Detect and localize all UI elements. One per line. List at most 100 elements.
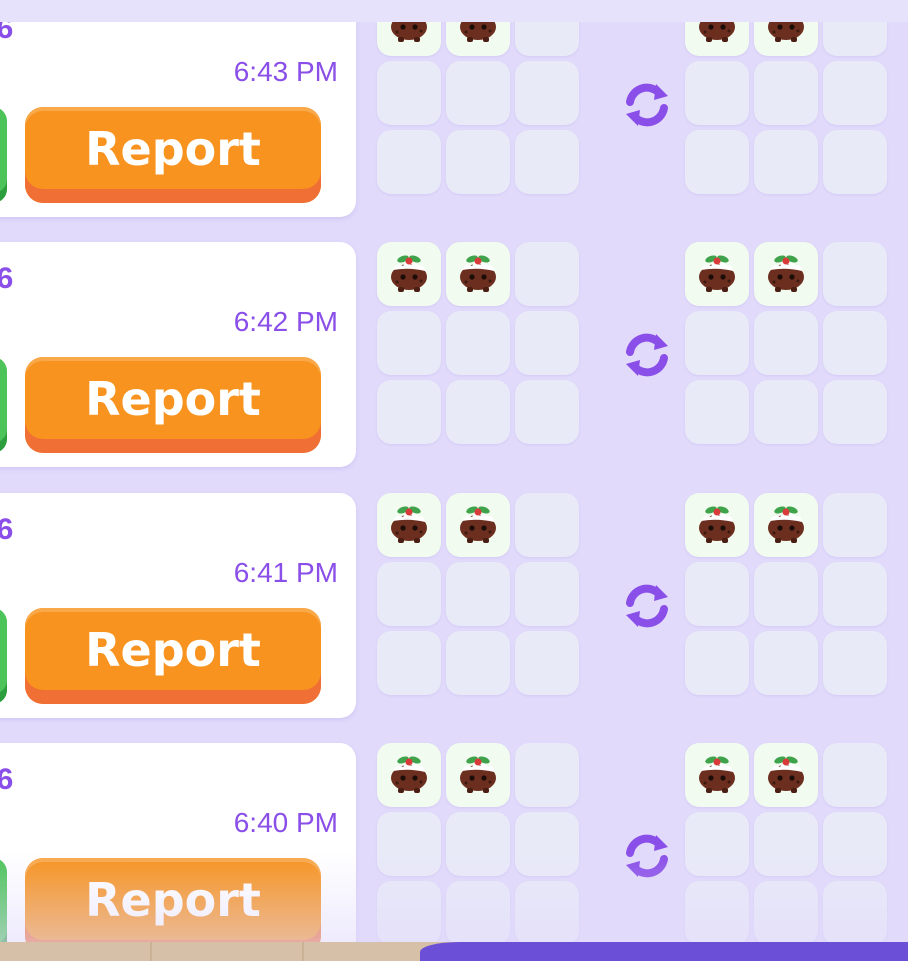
item-slot [823,130,887,194]
item-slot [515,130,579,194]
trade-info-card: 06 6:40 PM Report [0,743,356,942]
item-slot[interactable] [377,493,441,557]
pudding-pet-icon [760,22,812,52]
item-slot [515,493,579,557]
item-slot [377,61,441,125]
swap-arrows-icon [622,831,672,881]
accept-button[interactable] [0,357,7,453]
item-slot [446,881,510,942]
offer-grid-left [377,242,579,444]
item-slot [446,380,510,444]
item-slot[interactable] [754,22,818,56]
item-slot [377,311,441,375]
item-slot[interactable] [377,743,441,807]
item-slot [685,311,749,375]
item-slot [754,631,818,695]
trade-time: 6:41 PM [233,557,338,588]
pudding-pet-icon [760,747,812,803]
item-slot [515,631,579,695]
item-slot [823,61,887,125]
pudding-pet-icon [691,747,743,803]
item-slot [823,562,887,626]
trade-id: 06 [0,262,14,295]
item-slot [515,22,579,56]
item-slot [823,311,887,375]
item-slot[interactable] [754,242,818,306]
pudding-pet-icon [452,246,504,302]
item-slot[interactable] [446,242,510,306]
item-slot [823,743,887,807]
trade-info-card: 06 6:43 PM Report [0,22,356,217]
item-slot[interactable] [377,22,441,56]
item-slot [685,562,749,626]
pudding-pet-icon [383,497,435,553]
swap-arrows-icon [622,581,672,631]
item-slot[interactable] [754,493,818,557]
item-slot[interactable] [754,743,818,807]
pudding-pet-icon [383,246,435,302]
offer-grid-right [685,743,887,942]
item-slot [515,61,579,125]
item-slot [754,812,818,876]
item-slot [377,562,441,626]
report-button[interactable]: Report [25,107,321,203]
item-slot [823,242,887,306]
accept-button[interactable] [0,107,7,203]
top-bar [0,0,908,22]
item-slot[interactable] [446,743,510,807]
trade-row: 06 6:42 PM Report [0,242,908,472]
accept-button[interactable] [0,858,7,942]
trade-history-list[interactable]: 06 6:43 PM Report [0,22,908,942]
item-slot [446,61,510,125]
item-slot [685,631,749,695]
trade-time: 6:43 PM [233,56,338,87]
report-button[interactable]: Report [25,357,321,453]
item-slot [754,881,818,942]
item-slot [685,130,749,194]
item-slot[interactable] [685,22,749,56]
item-slot [446,311,510,375]
item-slot[interactable] [685,743,749,807]
item-slot [515,881,579,942]
trade-row: 06 6:43 PM Report [0,22,908,222]
pudding-pet-icon [760,497,812,553]
item-slot [754,562,818,626]
swap-arrows-icon [622,80,672,130]
report-button[interactable]: Report [25,608,321,704]
pudding-pet-icon [452,497,504,553]
accept-button[interactable] [0,608,7,704]
offer-grid-left [377,22,579,194]
pudding-pet-icon [452,22,504,52]
pudding-pet-icon [452,747,504,803]
pudding-pet-icon [691,246,743,302]
offer-grid-right [685,22,887,194]
item-slot [515,242,579,306]
item-slot[interactable] [446,22,510,56]
pudding-pet-icon [691,22,743,52]
item-slot[interactable] [685,242,749,306]
item-slot [685,881,749,942]
item-slot [515,380,579,444]
item-slot [446,812,510,876]
item-slot [377,812,441,876]
item-slot[interactable] [377,242,441,306]
offer-grid-left [377,493,579,695]
item-slot[interactable] [685,493,749,557]
offer-grid-right [685,242,887,444]
report-button[interactable]: Report [25,858,321,942]
item-slot [377,631,441,695]
item-slot[interactable] [446,493,510,557]
pudding-pet-icon [383,22,435,52]
offer-grid-right [685,493,887,695]
item-slot [823,812,887,876]
item-slot [754,311,818,375]
item-slot [377,881,441,942]
item-slot [446,631,510,695]
trade-time: 6:42 PM [233,306,338,337]
pudding-pet-icon [760,246,812,302]
swap-arrows-icon [622,330,672,380]
trade-id: 06 [0,22,14,45]
trade-info-card: 06 6:41 PM Report [0,493,356,718]
item-slot [685,380,749,444]
trade-id: 06 [0,513,14,546]
